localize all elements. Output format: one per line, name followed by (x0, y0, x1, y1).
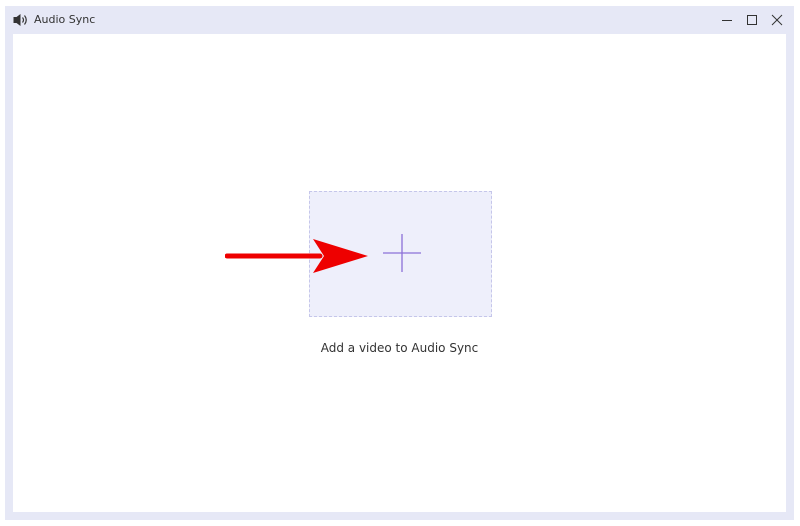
main-content: Add a video to Audio Sync (13, 34, 786, 512)
maximize-button[interactable] (741, 10, 763, 30)
minimize-button[interactable] (716, 10, 738, 30)
app-window: Audio Sync Add a video to Audio Sync (5, 6, 794, 520)
title-bar[interactable]: Audio Sync (5, 6, 794, 34)
window-title: Audio Sync (34, 13, 96, 26)
close-icon (771, 14, 783, 26)
plus-icon (383, 234, 421, 272)
add-video-hint: Add a video to Audio Sync (320, 341, 479, 355)
minimize-icon (722, 20, 732, 21)
speaker-icon (13, 14, 27, 26)
close-button[interactable] (766, 10, 788, 30)
red-arrow-icon (225, 239, 368, 273)
maximize-icon (747, 15, 757, 25)
